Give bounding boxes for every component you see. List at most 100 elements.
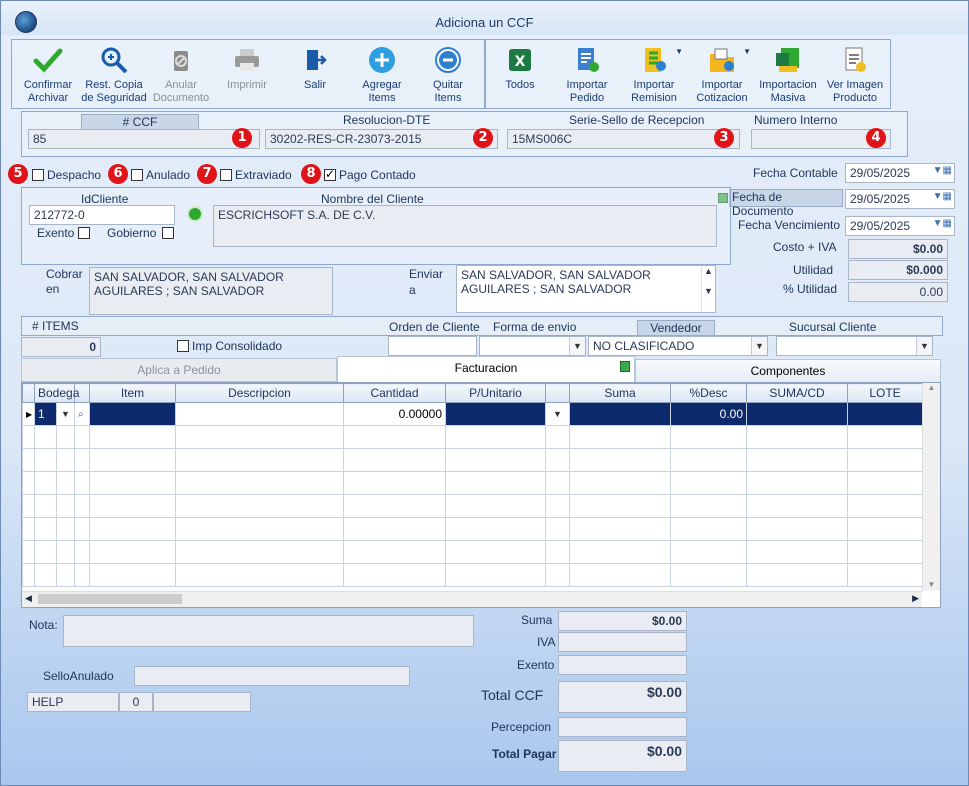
cobrar-address[interactable]: SAN SALVADOR, SAN SALVADOR AGUILARES ; S… (89, 267, 333, 315)
checkmark-icon (33, 48, 63, 73)
chevron-down-icon[interactable]: ▼ (751, 337, 767, 355)
nota-field[interactable] (63, 615, 474, 647)
items-label: # ITEMS (32, 319, 79, 333)
chevron-down-icon[interactable]: ▼ (545, 402, 570, 426)
anular-documento-button[interactable]: Anular Documento (151, 45, 211, 105)
importar-remision-button[interactable]: Importar Remision ▼ (623, 45, 685, 105)
quitar-items-button[interactable]: Quitar Items (419, 45, 477, 105)
address-scrollbar[interactable]: ▲ ▼ (701, 266, 715, 312)
importar-pedido-button[interactable]: Importar Pedido (557, 45, 617, 105)
calendar-icon[interactable]: ▼▦ (933, 165, 952, 176)
tab-facturacion[interactable]: Facturacion (337, 356, 635, 382)
table-row[interactable] (22, 540, 923, 564)
col-bodega[interactable]: Bodega (34, 383, 79, 403)
calendar-icon[interactable]: ▼▦ (933, 218, 952, 229)
orden-cliente-field[interactable] (388, 336, 477, 356)
confirmar-archivar-button[interactable]: Confirmar Archivar (17, 45, 79, 105)
calendar-icon[interactable]: ▼▦ (933, 191, 952, 202)
col-item[interactable]: Item (89, 383, 176, 403)
ccf-number-field[interactable]: 85 (28, 129, 260, 149)
cell-item[interactable] (89, 402, 176, 426)
extraviado-checkbox[interactable] (220, 169, 232, 181)
vertical-scrollbar[interactable]: ▲ ▼ (922, 383, 940, 591)
despacho-checkbox[interactable] (32, 169, 44, 181)
table-row[interactable] (22, 517, 923, 541)
table-row[interactable] (22, 425, 923, 449)
sello-anulado-field[interactable] (134, 666, 410, 686)
validate-check-icon[interactable] (187, 206, 203, 222)
imp-consolidado-checkbox[interactable] (177, 340, 189, 352)
ccf-header: # CCF (81, 114, 199, 130)
dropdown-arrow-icon[interactable]: ▼ (675, 45, 683, 58)
scroll-up-icon[interactable]: ▲ (923, 383, 940, 392)
ver-imagen-producto-button[interactable]: Ver Imagen Producto (823, 45, 887, 105)
rest-copia-button[interactable]: Rest. Copia de Seguridad (81, 45, 147, 105)
tab-aplica-pedido[interactable]: Aplica a Pedido (21, 358, 337, 382)
fecha-contable-picker[interactable]: 29/05/2025 ▼▦ (845, 163, 955, 183)
fecha-documento-picker[interactable]: 29/05/2025 ▼▦ (845, 189, 955, 209)
help-field: HELP (27, 692, 119, 712)
pago-contado-checkbox[interactable] (324, 167, 336, 181)
horizontal-scrollbar[interactable]: ◀ ▶ (22, 591, 922, 607)
serie-sello-field[interactable]: 15MS006C (507, 129, 740, 149)
salir-button[interactable]: Salir (285, 45, 345, 92)
search-icon[interactable]: ⌕ (74, 402, 90, 426)
cell-bodega[interactable]: 1 (34, 402, 57, 426)
sucursal-cliente-select[interactable]: ▼ (776, 336, 933, 356)
id-cliente-field[interactable]: 212772-0 (29, 205, 175, 225)
table-row[interactable] (22, 471, 923, 495)
cell-descripcion[interactable] (175, 402, 344, 426)
table-row[interactable] (22, 494, 923, 518)
iva-label: IVA (537, 635, 556, 649)
enviar-address[interactable]: SAN SALVADOR, SAN SALVADOR AGUILARES ; S… (456, 265, 716, 313)
anulado-checkbox[interactable] (131, 169, 143, 181)
scroll-down-icon[interactable]: ▼ (923, 580, 940, 589)
fecha-vencimiento-picker[interactable]: 29/05/2025 ▼▦ (845, 216, 955, 236)
callout-badge-6: 6 (108, 164, 128, 184)
grid-row-header (22, 383, 35, 403)
table-row[interactable] (22, 563, 923, 587)
total-pagar-value: $0.00 (558, 740, 687, 772)
chevron-down-icon[interactable]: ▼ (56, 402, 75, 426)
gobierno-checkbox[interactable] (162, 227, 174, 239)
importar-cotizacion-button[interactable]: Importar Cotizacion ▼ (691, 45, 753, 105)
importacion-masiva-button[interactable]: Importacion Masiva (757, 45, 819, 105)
chevron-down-icon[interactable]: ▼ (916, 337, 932, 355)
col-cantidad[interactable]: Cantidad (343, 383, 446, 403)
col-lote[interactable]: LOTE (847, 383, 923, 403)
col-p-unitario[interactable]: P/Unitario (445, 383, 546, 403)
cell-cantidad[interactable]: 0.00000 (343, 402, 446, 426)
scroll-thumb[interactable] (38, 594, 182, 604)
nombre-cliente-field[interactable]: ESCRICHSOFT S.A. DE C.V. (213, 205, 717, 247)
imprimir-button[interactable]: Imprimir (217, 45, 277, 92)
col-suma-cd[interactable]: SUMA/CD (746, 383, 848, 403)
scroll-right-icon[interactable]: ▶ (912, 593, 919, 604)
col-blank[interactable] (545, 383, 570, 403)
cell-pct-desc[interactable]: 0.00 (670, 402, 747, 426)
iva-value (558, 632, 687, 652)
chevron-down-icon[interactable]: ▼ (569, 337, 585, 355)
col-descripcion[interactable]: Descripcion (175, 383, 344, 403)
forma-envio-select[interactable]: ▼ (479, 336, 586, 356)
cell-lote[interactable] (847, 402, 923, 426)
vendedor-select[interactable]: NO CLASIFICADO ▼ (588, 336, 768, 356)
costo-iva-value: $0.00 (848, 239, 948, 259)
agregar-items-button[interactable]: Agregar Items (351, 45, 413, 105)
exento-checkbox[interactable] (78, 227, 90, 239)
cell-p-unitario[interactable] (445, 402, 546, 426)
col-pct-desc[interactable]: %Desc (670, 383, 747, 403)
items-grid[interactable]: Bodega Item Descripcion Cantidad P/Unita… (21, 382, 941, 608)
tab-componentes[interactable]: Componentes (635, 359, 941, 383)
todos-excel-button[interactable]: X Todos (491, 45, 549, 92)
nota-label: Nota: (29, 618, 58, 632)
col-suma[interactable]: Suma (569, 383, 671, 403)
scroll-left-icon[interactable]: ◀ (25, 593, 32, 604)
help-number: 0 (119, 692, 153, 712)
resolucion-field[interactable]: 30202-RES-CR-23073-2015 (265, 129, 498, 149)
table-row[interactable] (22, 448, 923, 472)
callout-badge-3: 3 (714, 128, 734, 148)
cobrar-label-en: en (46, 282, 60, 296)
table-row[interactable]: ▶ 1 ▼ ⌕ 0.00000 ▼ 0.00 (22, 402, 923, 426)
callout-badge-2: 2 (473, 128, 493, 148)
dropdown-arrow-icon[interactable]: ▼ (743, 45, 751, 58)
